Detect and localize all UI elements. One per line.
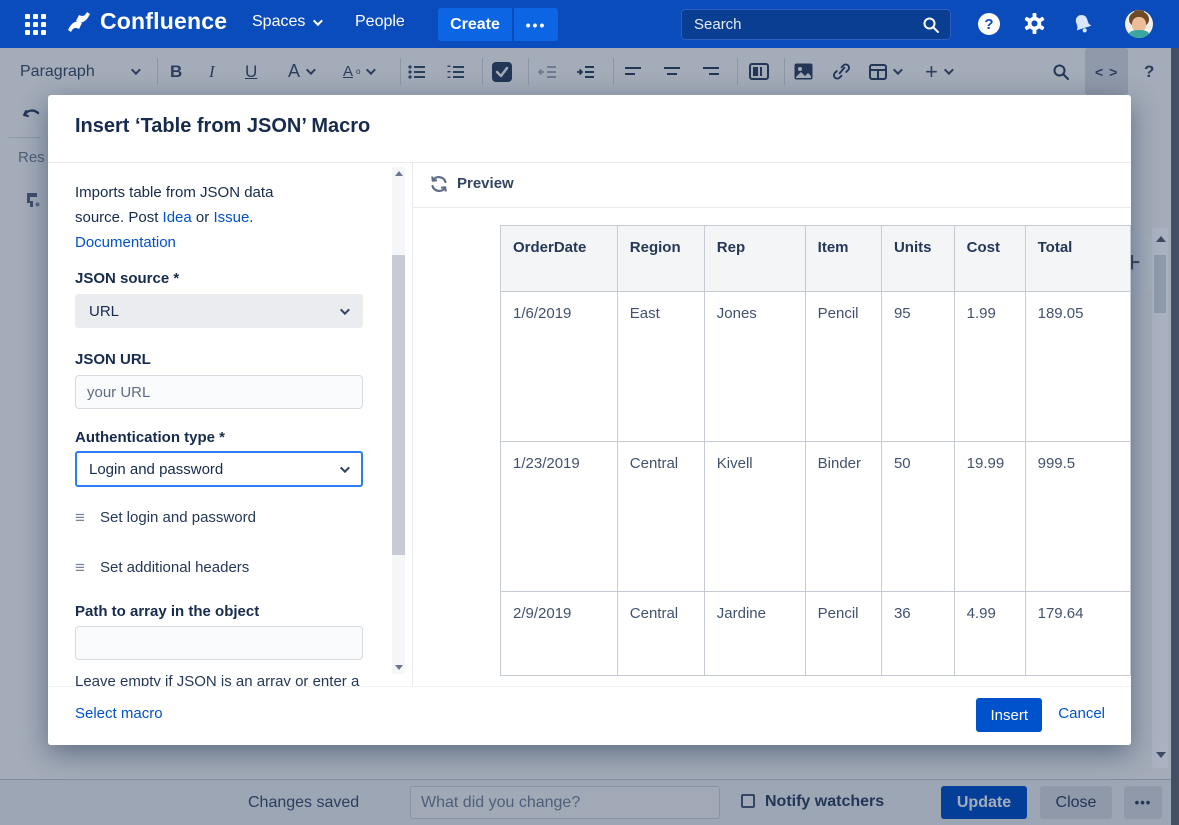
auth-type-label: Authentication type * — [75, 429, 363, 446]
preview-col-header: Region — [617, 226, 704, 292]
nav-people-label: People — [355, 13, 405, 31]
description-text: . — [249, 209, 253, 226]
brand-name: Confluence — [100, 8, 227, 35]
preview-col-header: Item — [805, 226, 881, 292]
json-url-label: JSON URL — [75, 351, 363, 368]
confluence-logo[interactable]: Confluence — [66, 8, 227, 35]
nav-more-button[interactable]: ••• — [514, 8, 558, 41]
preview-table: OrderDateRegionRepItemUnitsCostTotal1/6/… — [500, 225, 1131, 676]
search-input[interactable] — [682, 16, 922, 33]
path-label: Path to array in the object — [75, 603, 363, 620]
refresh-icon[interactable] — [429, 174, 449, 194]
preview-cell: 50 — [881, 442, 954, 592]
chevron-down-icon — [313, 16, 323, 26]
documentation-link[interactable]: Documentation — [75, 234, 176, 251]
json-url-input[interactable] — [75, 375, 363, 409]
preview-cell: Central — [617, 592, 704, 676]
preview-col-header: Cost — [954, 226, 1025, 292]
nav-spaces-label: Spaces — [252, 13, 305, 31]
preview-cell: 179.64 — [1025, 592, 1130, 676]
form-scroll-up-arrow[interactable] — [395, 171, 403, 176]
cancel-link[interactable]: Cancel — [1058, 705, 1105, 722]
set-login-toggle[interactable]: ≡ Set login and password — [75, 509, 256, 526]
preview-cell: 95 — [881, 292, 954, 442]
dialog-footer: Select macro Insert Cancel — [48, 686, 1131, 745]
table-row: 1/23/2019CentralKivellBinder5019.99999.5 — [501, 442, 1131, 592]
form-scrollbar-thumb[interactable] — [392, 255, 405, 555]
table-row: 2/9/2019CentralJardinePencil364.99179.64 — [501, 592, 1131, 676]
set-headers-toggle[interactable]: ≡ Set additional headers — [75, 559, 249, 576]
preview-cell: Kivell — [704, 442, 805, 592]
preview-col-header: Total — [1025, 226, 1130, 292]
notifications-bell-icon[interactable] — [1071, 12, 1094, 35]
preview-col-header: Rep — [704, 226, 805, 292]
set-headers-label: Set additional headers — [100, 559, 249, 576]
menu-lines-icon: ≡ — [75, 559, 92, 576]
scroll-down-arrow[interactable] — [1156, 752, 1166, 758]
page-scrollbar-thumb[interactable] — [1154, 255, 1166, 313]
user-avatar[interactable] — [1125, 10, 1153, 38]
set-login-label: Set login and password — [100, 509, 256, 526]
insert-macro-dialog: Insert ‘Table from JSON’ Macro Imports t… — [48, 95, 1131, 745]
preview-cell: Jones — [704, 292, 805, 442]
chevron-down-icon — [340, 463, 350, 473]
preview-cell: 1.99 — [954, 292, 1025, 442]
json-source-select[interactable]: URL — [75, 294, 363, 328]
macro-description: Imports table from JSON data source. Pos… — [75, 180, 363, 255]
search-icon[interactable] — [922, 16, 940, 34]
preview-pane: Preview OrderDateRegionRepItemUnitsCostT… — [413, 163, 1131, 686]
preview-cell: 999.5 — [1025, 442, 1130, 592]
preview-col-header: Units — [881, 226, 954, 292]
preview-cell: 19.99 — [954, 442, 1025, 592]
preview-header-row: OrderDateRegionRepItemUnitsCostTotal — [501, 226, 1131, 292]
preview-cell: 189.05 — [1025, 292, 1130, 442]
preview-cell: East — [617, 292, 704, 442]
idea-link[interactable]: Idea — [163, 209, 192, 226]
json-source-value: URL — [89, 303, 119, 320]
confluence-app: Confluence Spaces People Create ••• ? — [0, 0, 1179, 825]
description-text: or — [192, 209, 214, 226]
preview-cell: Pencil — [805, 592, 881, 676]
settings-gear-icon[interactable] — [1023, 12, 1046, 35]
preview-cell: Binder — [805, 442, 881, 592]
preview-cell: 2/9/2019 — [501, 592, 618, 676]
preview-cell: 4.99 — [954, 592, 1025, 676]
preview-cell: 1/23/2019 — [501, 442, 618, 592]
preview-header: Preview — [413, 163, 1131, 208]
global-search — [681, 9, 951, 40]
help-icon[interactable]: ? — [978, 13, 1000, 35]
path-input[interactable] — [75, 626, 363, 660]
table-row: 1/6/2019EastJonesPencil951.99189.05 — [501, 292, 1131, 442]
auth-type-select[interactable]: Login and password — [75, 451, 363, 487]
preview-cell: Jardine — [704, 592, 805, 676]
dialog-header: Insert ‘Table from JSON’ Macro — [48, 95, 1131, 163]
top-nav: Confluence Spaces People Create ••• ? — [0, 0, 1179, 48]
app-switcher-icon[interactable] — [25, 14, 46, 35]
dialog-title: Insert ‘Table from JSON’ Macro — [75, 115, 370, 138]
description-text: source. Post — [75, 209, 163, 226]
preview-label: Preview — [457, 175, 514, 192]
insert-button[interactable]: Insert — [976, 698, 1042, 732]
preview-body: OrderDateRegionRepItemUnitsCostTotal1/6/… — [413, 209, 1131, 686]
window-edge — [1171, 48, 1179, 825]
menu-lines-icon: ≡ — [75, 509, 92, 526]
select-macro-link[interactable]: Select macro — [75, 705, 163, 722]
preview-cell: 36 — [881, 592, 954, 676]
preview-cell: 1/6/2019 — [501, 292, 618, 442]
json-source-label: JSON source * — [75, 270, 363, 287]
scroll-up-arrow[interactable] — [1156, 236, 1166, 242]
preview-col-header: OrderDate — [501, 226, 618, 292]
create-button[interactable]: Create — [438, 8, 512, 41]
preview-cell: Central — [617, 442, 704, 592]
chevron-down-icon — [340, 305, 350, 315]
issue-link[interactable]: Issue — [213, 209, 249, 226]
confluence-logo-mark — [66, 10, 92, 34]
preview-cell: Pencil — [805, 292, 881, 442]
nav-spaces[interactable]: Spaces — [252, 13, 320, 31]
nav-people[interactable]: People — [355, 13, 405, 31]
auth-type-value: Login and password — [89, 461, 223, 478]
description-text: Imports table from JSON data — [75, 184, 273, 201]
form-scroll-down-arrow[interactable] — [395, 665, 403, 670]
